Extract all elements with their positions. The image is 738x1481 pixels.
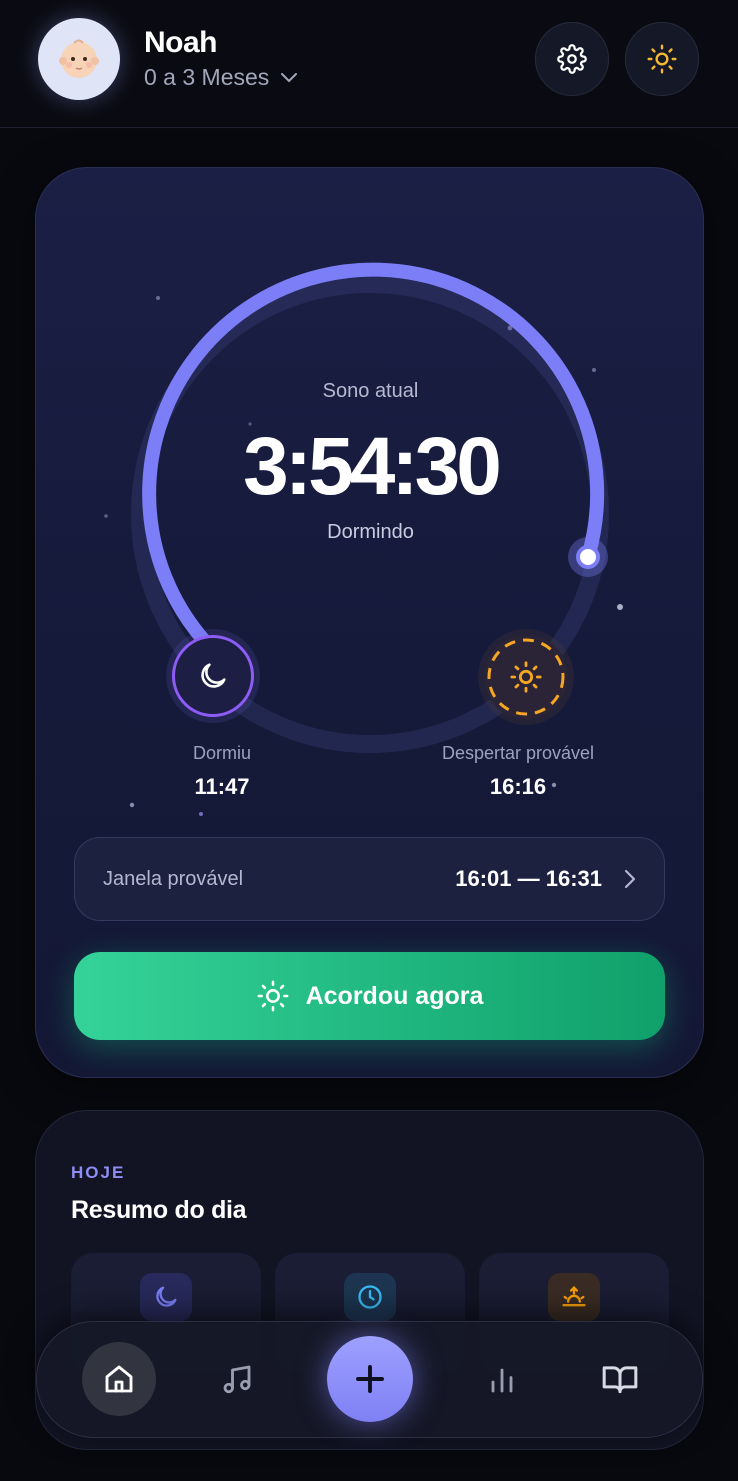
clock-icon [358,1285,382,1309]
star [156,296,160,300]
nav-sounds[interactable] [200,1342,274,1416]
age-range-label: 0 a 3 Meses [144,64,270,90]
settings-button[interactable] [535,22,609,96]
dial-knob [576,545,600,569]
sleep-timer: 3:54:30 [243,421,502,512]
window-label: Janela provável [103,867,244,890]
stat-icon-wake [548,1273,600,1321]
woke-now-label: Acordou agora [305,981,484,1010]
window-range: 16:01 — 16:31 [455,866,602,891]
add-record-button[interactable] [327,1336,413,1422]
nav-guide[interactable] [583,1342,657,1416]
theme-toggle-button[interactable] [625,22,699,96]
sunrise-icon [562,1286,586,1307]
star [129,802,135,808]
star [104,514,108,518]
wake-ring [487,638,565,716]
nav-home[interactable] [82,1342,156,1416]
star [592,368,596,372]
gear-icon [557,44,587,74]
star [617,604,623,610]
sun-icon [647,44,677,74]
woke-now-button[interactable]: Acordou agora [74,952,665,1040]
baby-avatar[interactable] [38,18,120,100]
bottom-navigation [36,1321,703,1438]
home-icon [105,1365,133,1393]
plus-icon [356,1365,384,1393]
summary-kicker: HOJE [71,1163,126,1182]
stat-icon-sleep [140,1273,192,1321]
slept-time: 11:47 [194,774,250,799]
slept-marker[interactable] [172,635,254,717]
baby-face-icon [59,39,99,78]
slept-label: Dormiu [192,743,251,763]
sleep-progress-dial [104,262,623,816]
wake-label: Despertar provável [441,743,595,763]
current-sleep-label: Sono atual [322,380,419,402]
baby-name: Noah [144,26,218,59]
chevron-right-icon [624,869,636,889]
star [199,812,203,816]
wake-marker[interactable] [484,635,568,719]
stat-icon-time [344,1273,396,1321]
app-header: Noah 0 a 3 Meses [0,0,738,128]
stats-icon [491,1368,513,1393]
sleep-status: Dormindo [327,521,414,543]
moon-icon [201,663,226,688]
moon-icon [156,1286,177,1307]
wake-time: 16:16 [489,774,547,799]
probable-window-row[interactable]: Janela provável 16:01 — 16:31 [74,837,665,921]
current-sleep-card: Sono atual 3:54:30 Dormindo Dormiu 11:47… [35,167,704,1078]
music-icon [223,1365,251,1394]
chevron-down-icon [281,72,298,82]
age-range-dropdown[interactable]: 0 a 3 Meses [144,64,298,91]
book-icon [602,1366,638,1394]
nav-stats[interactable] [465,1342,539,1416]
summary-title: Resumo do dia [71,1196,247,1224]
sun-icon [257,980,289,1012]
